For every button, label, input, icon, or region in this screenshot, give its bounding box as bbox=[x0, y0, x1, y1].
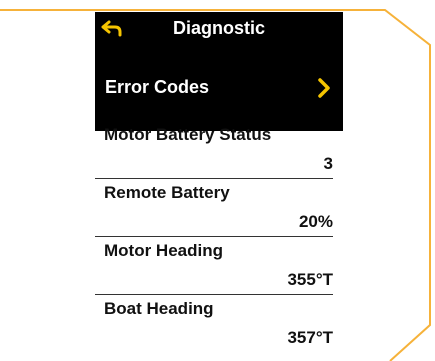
diagnostic-screen: Diagnostic Error Codes Motor Battery Sta… bbox=[95, 12, 343, 357]
header-bar: Diagnostic bbox=[95, 12, 343, 44]
error-codes-row[interactable]: Error Codes bbox=[95, 44, 343, 131]
item-value: 357°T bbox=[287, 328, 333, 347]
chevron-right-icon bbox=[318, 78, 330, 98]
divider bbox=[95, 177, 333, 179]
list-item-motor-heading: Motor Heading 355°T bbox=[95, 240, 343, 297]
list-item-boat-heading: Boat Heading 357°T bbox=[95, 298, 343, 355]
item-value: 355°T bbox=[287, 270, 333, 289]
divider bbox=[95, 293, 333, 295]
item-value: 3 bbox=[323, 154, 333, 173]
item-name: Boat Heading bbox=[104, 299, 214, 318]
list-item-motor-battery-status: Motor Battery Status 3 bbox=[95, 124, 343, 181]
page-title: Diagnostic bbox=[172, 18, 265, 38]
error-codes-label: Error Codes bbox=[105, 77, 210, 97]
item-value: 20% bbox=[298, 212, 333, 231]
item-name: Motor Battery Status bbox=[104, 125, 272, 144]
divider bbox=[95, 235, 333, 237]
list-item-remote-battery: Remote Battery 20% bbox=[95, 182, 343, 239]
item-name: Motor Heading bbox=[104, 241, 223, 260]
item-name: Remote Battery bbox=[104, 183, 230, 202]
